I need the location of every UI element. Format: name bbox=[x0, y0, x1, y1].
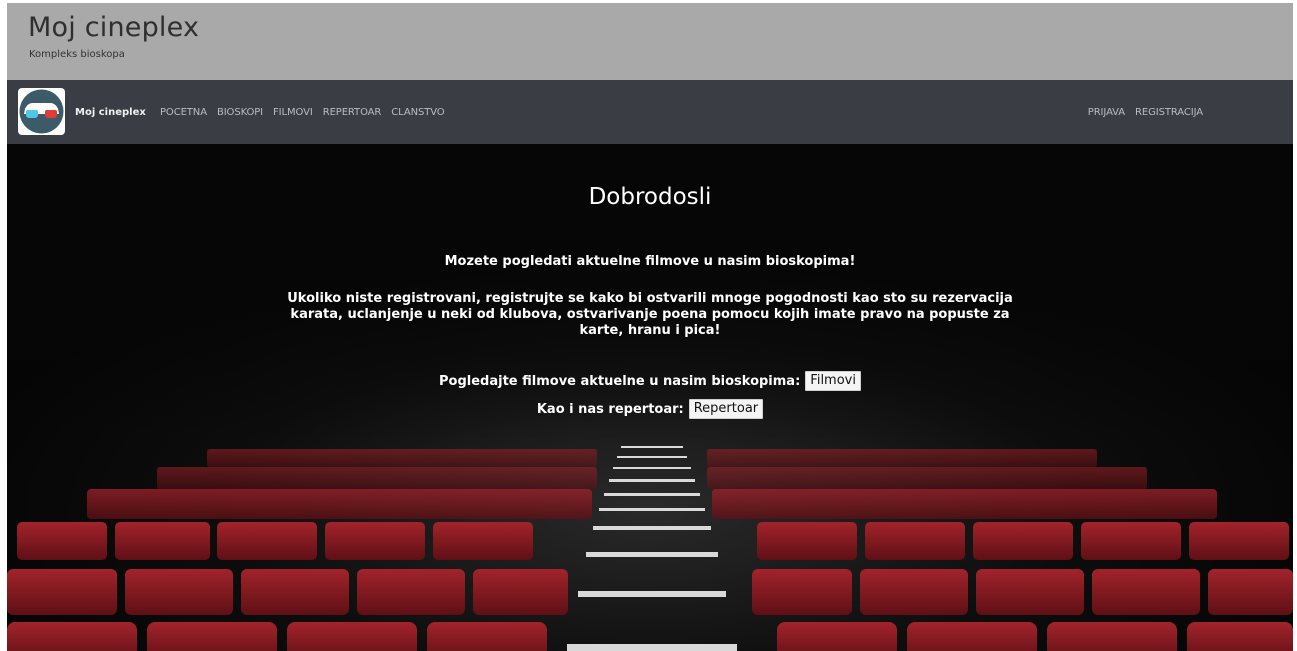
nav-link-filmovi[interactable]: FILMOVI bbox=[273, 107, 313, 118]
nav-left: POCETNA BIOSKOPI FILMOVI REPERTOAR CLANS… bbox=[160, 107, 445, 118]
nav-link-repertoar[interactable]: REPERTOAR bbox=[323, 107, 382, 118]
nav-right: PRIJAVA REGISTRACIJA bbox=[1088, 107, 1203, 118]
page-frame: Moj cineplex Kompleks bioskopa Moj cinep… bbox=[7, 3, 1293, 651]
navbar-brand[interactable]: Moj cineplex bbox=[75, 107, 146, 118]
nav-link-pocetna[interactable]: POCETNA bbox=[160, 107, 207, 118]
site-subtitle: Kompleks bioskopa bbox=[29, 49, 125, 60]
cta-repertoire-row: Kao i nas repertoar: Repertoar bbox=[7, 399, 1293, 419]
3d-glasses-icon[interactable] bbox=[18, 88, 65, 135]
hero-section: Dobrodosli Mozete pogledati aktuelne fil… bbox=[7, 144, 1293, 651]
cinema-seats-background bbox=[7, 144, 1293, 651]
hero-intro: Mozete pogledati aktuelne filmove u nasi… bbox=[444, 254, 856, 269]
hero-paragraph: Ukoliko niste registrovani, registrujte … bbox=[287, 291, 1013, 338]
nav-link-registracija[interactable]: REGISTRACIJA bbox=[1135, 107, 1203, 118]
nav-link-prijava[interactable]: PRIJAVA bbox=[1088, 107, 1125, 118]
site-title: Moj cineplex bbox=[28, 12, 200, 43]
navbar: Moj cineplex POCETNA BIOSKOPI FILMOVI RE… bbox=[7, 80, 1293, 144]
hero-title: Dobrodosli bbox=[588, 184, 712, 210]
site-header: Moj cineplex Kompleks bioskopa bbox=[7, 3, 1293, 80]
nav-link-bioskopi[interactable]: BIOSKOPI bbox=[217, 107, 263, 118]
movies-button[interactable]: Filmovi bbox=[805, 371, 861, 391]
cta-movies-row: Pogledajte filmove aktuelne u nasim bios… bbox=[7, 371, 1293, 391]
repertoire-button[interactable]: Repertoar bbox=[688, 399, 764, 419]
cta-repertoire-text: Kao i nas repertoar: bbox=[536, 401, 684, 417]
cta-movies-text: Pogledajte filmove aktuelne u nasim bios… bbox=[439, 373, 801, 389]
nav-link-clanstvo[interactable]: CLANSTVO bbox=[391, 107, 444, 118]
